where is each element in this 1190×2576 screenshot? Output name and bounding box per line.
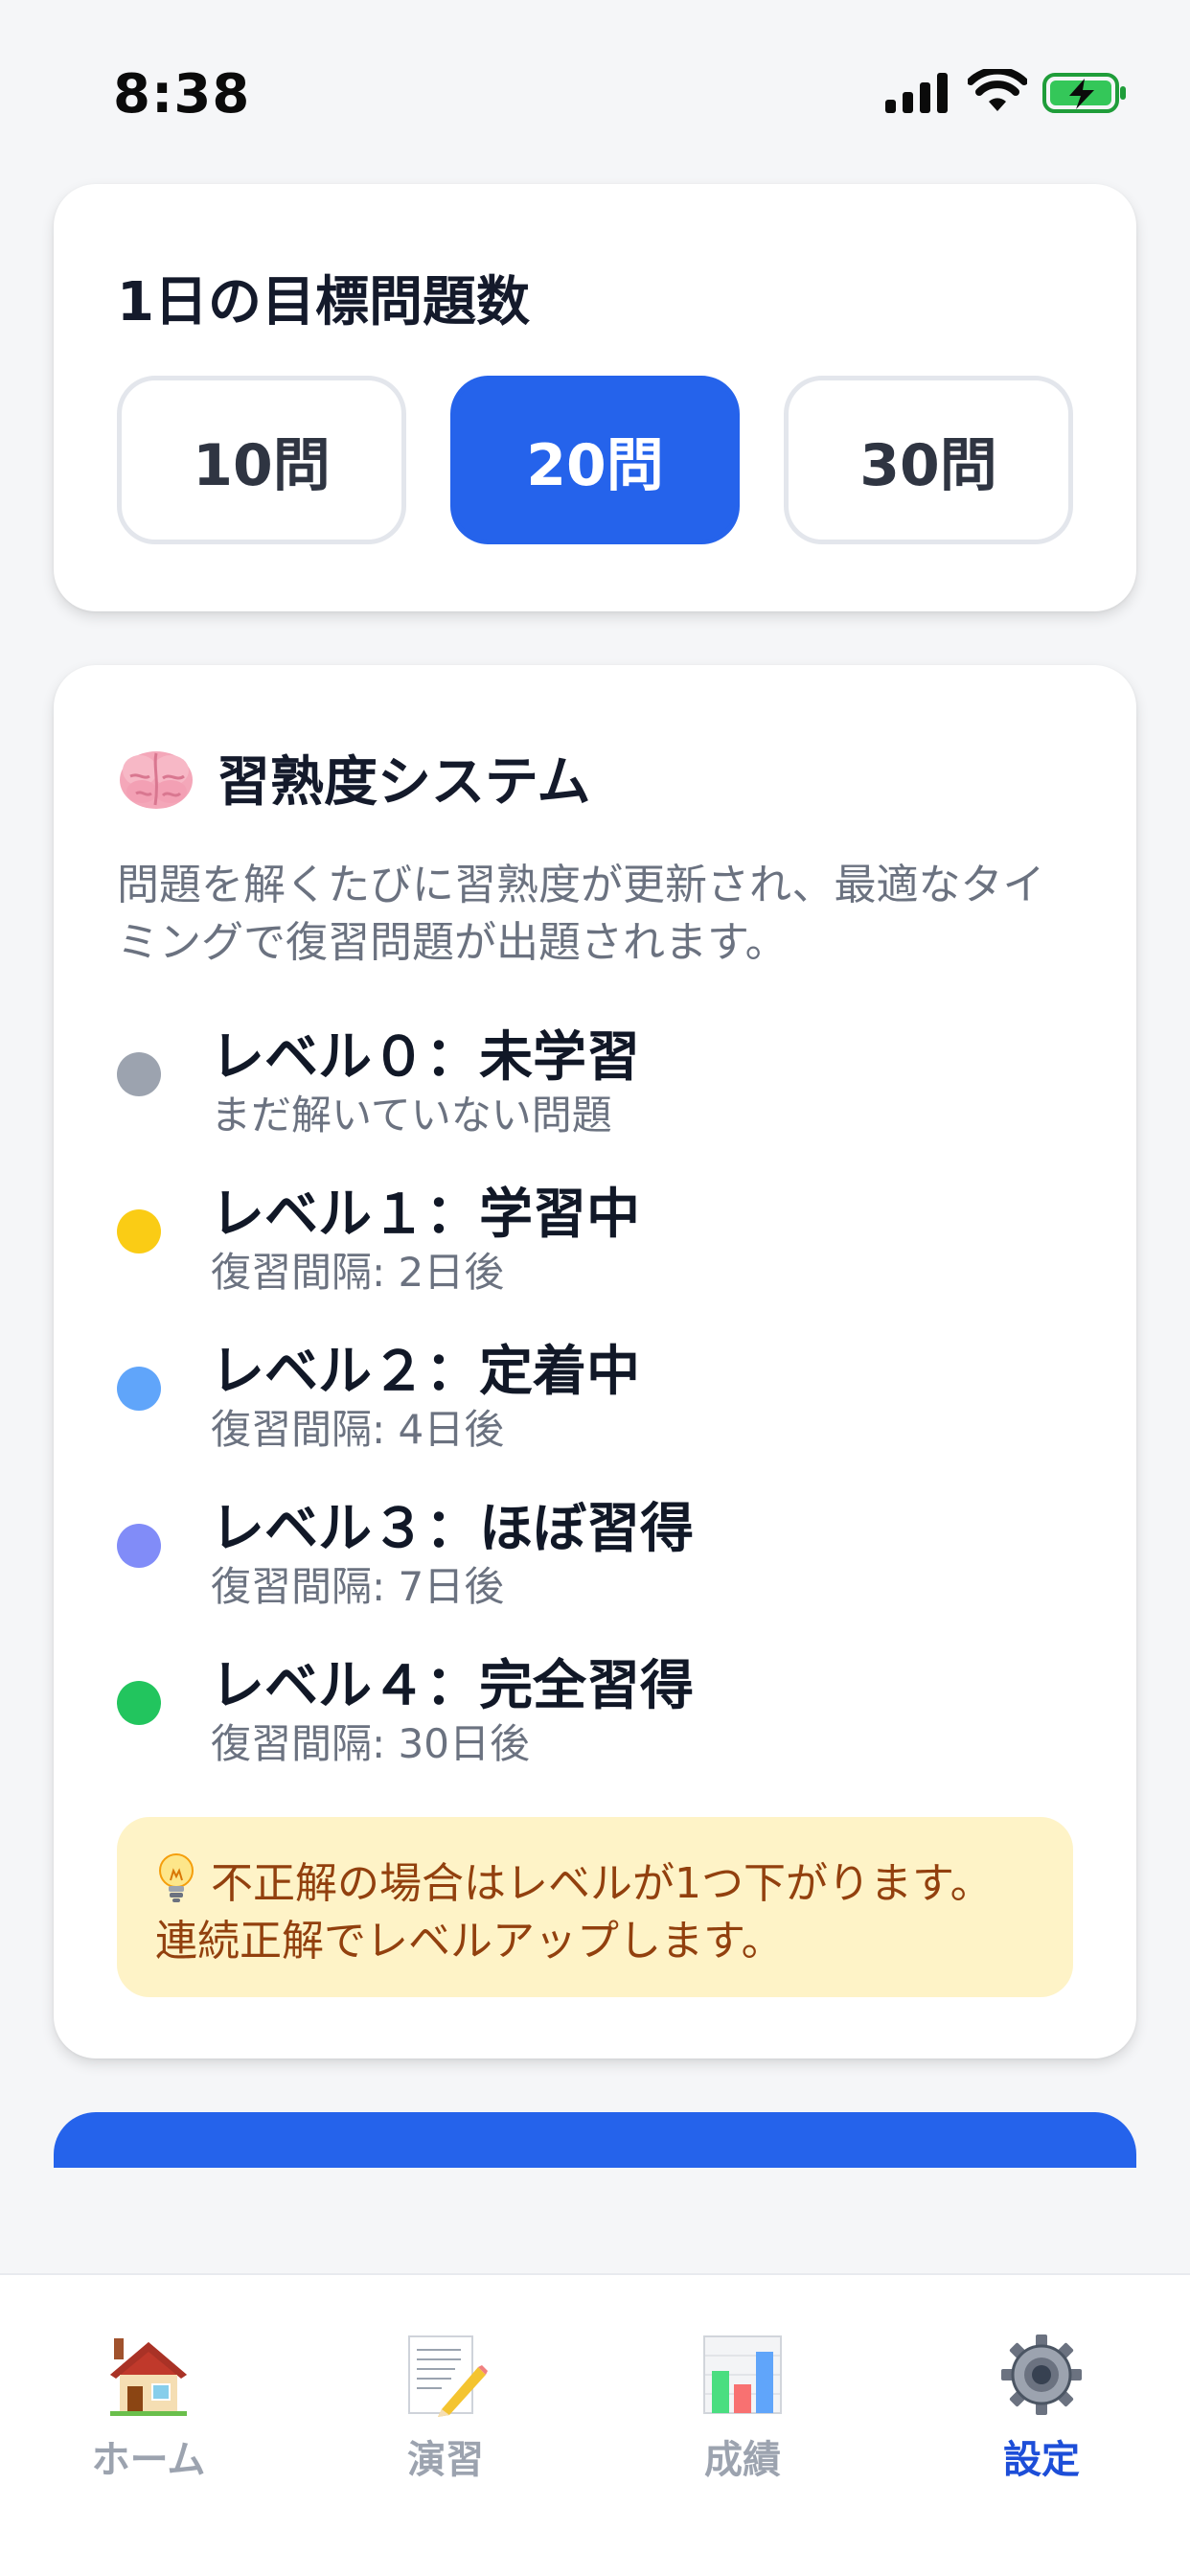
memo-pencil-icon (408, 2335, 488, 2417)
level-1-title: レベル１：学習中 (211, 1184, 640, 1246)
daily-goal-card: 1日の目標問題数 10問 20問 30問 (54, 184, 1136, 611)
goal-option-10[interactable]: 10問 (117, 376, 406, 544)
goal-option-20[interactable]: 20問 (450, 376, 740, 544)
level-item-2: レベル２：定着中 復習間隔: 4日後 (117, 1328, 1075, 1485)
house-icon (110, 2338, 187, 2416)
wifi-icon (968, 69, 1027, 111)
battery-charging-icon (1042, 73, 1126, 113)
level-0-title: レベル０：未学習 (211, 1026, 640, 1089)
status-bar: 8:38 (0, 0, 1190, 182)
level-2-title: レベル２：定着中 (211, 1341, 640, 1403)
level-3-subtitle: 復習間隔: 7日後 (211, 1563, 505, 1610)
tab-results-label: 成績 (704, 2438, 781, 2482)
tab-settings[interactable]: 設定 (893, 2275, 1190, 2496)
bar-chart-icon (703, 2335, 782, 2414)
settings-screen: 8:38 1日の目標問題数 10問 20問 30問 習熟度システム 問題を解くた… (0, 0, 1190, 2576)
goal-option-30[interactable]: 30問 (784, 376, 1073, 544)
mastery-title: 習熟度システム (217, 750, 591, 814)
level-0-dot (117, 1052, 161, 1096)
level-item-4: レベル４：完全習得 復習間隔: 30日後 (117, 1643, 1075, 1800)
blue-action-card[interactable] (54, 2112, 1136, 2168)
tab-practice-label: 演習 (407, 2438, 484, 2482)
level-list: レベル０：未学習 まだ解いていない問題 レベル１：学習中 復習間隔: 2日後 レ… (117, 1014, 1075, 1800)
level-4-subtitle: 復習間隔: 30日後 (211, 1720, 530, 1767)
tip-text-1: 不正解の場合はレベルが1つ下がります。 (211, 1859, 993, 1908)
tip-line-1: 不正解の場合はレベルが1つ下がります。 (155, 1852, 1035, 1913)
tab-home-label: ホーム (91, 2438, 206, 2482)
level-3-title: レベル３：ほぼ習得 (211, 1498, 694, 1560)
level-item-1: レベル１：学習中 復習間隔: 2日後 (117, 1171, 1075, 1328)
gear-icon (1001, 2334, 1082, 2415)
tab-home[interactable]: ホーム (0, 2275, 297, 2496)
bottom-tab-bar: ホーム 演習 成績 設定 (0, 2273, 1190, 2576)
status-time: 8:38 (113, 63, 251, 126)
lightbulb-icon (159, 1853, 194, 1902)
level-3-dot (117, 1524, 161, 1568)
level-1-dot (117, 1209, 161, 1254)
mastery-header: 習熟度システム (117, 738, 590, 816)
mastery-tip-box: 不正解の場合はレベルが1つ下がります。 連続正解でレベルアップします。 (117, 1817, 1073, 1997)
daily-goal-title: 1日の目標問題数 (117, 271, 530, 334)
tab-settings-label: 設定 (1003, 2438, 1080, 2482)
mastery-system-card: 習熟度システム 問題を解くたびに習熟度が更新され、最適なタイミングで復習問題が出… (54, 665, 1136, 2058)
tab-results[interactable]: 成績 (594, 2275, 891, 2496)
level-4-title: レベル４：完全習得 (211, 1655, 694, 1717)
mastery-description: 問題を解くたびに習熟度が更新され、最適なタイミングで復習問題が出題されます。 (117, 861, 1045, 967)
tab-practice[interactable]: 演習 (297, 2275, 594, 2496)
daily-goal-options: 10問 20問 30問 (117, 376, 1073, 544)
level-2-subtitle: 復習間隔: 4日後 (211, 1406, 505, 1453)
level-2-dot (117, 1367, 161, 1411)
level-item-0: レベル０：未学習 まだ解いていない問題 (117, 1014, 1075, 1171)
level-item-3: レベル３：ほぼ習得 復習間隔: 7日後 (117, 1485, 1075, 1643)
level-4-dot (117, 1681, 161, 1725)
tip-line-2: 連続正解でレベルアップします。 (155, 1917, 784, 1966)
level-0-subtitle: まだ解いていない問題 (211, 1092, 612, 1138)
level-1-subtitle: 復習間隔: 2日後 (211, 1249, 505, 1296)
cellular-signal-icon (885, 73, 948, 113)
brain-icon (120, 751, 193, 809)
